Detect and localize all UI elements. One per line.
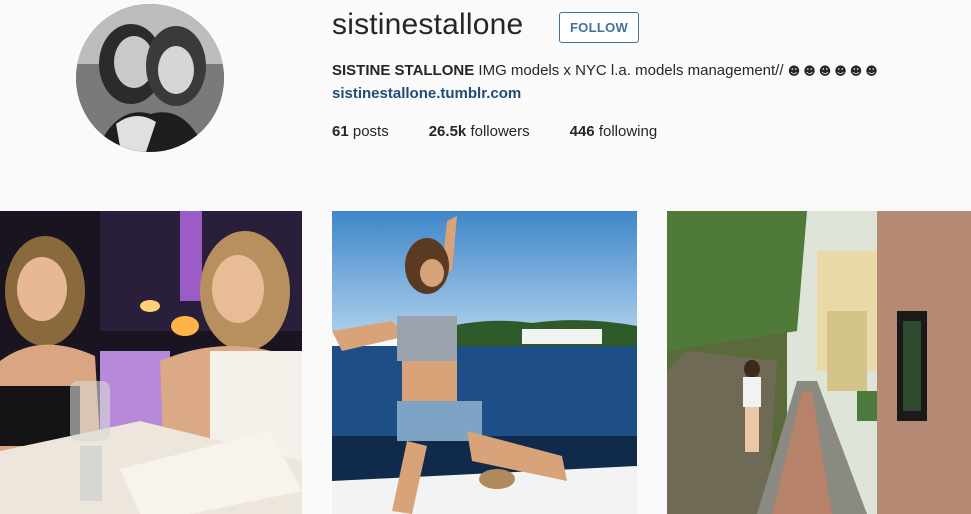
bio: SISTINE STALLONE IMG models x NYC l.a. m… (332, 62, 881, 79)
following-stat[interactable]: 446 following (570, 123, 658, 140)
followers-count: 26.5k (428, 123, 467, 140)
avatar[interactable] (76, 4, 224, 152)
username: sistinestallone (332, 8, 524, 41)
posts-label: posts (352, 123, 389, 140)
avatar-image (76, 4, 224, 152)
bio-emojis: ☻☻☻☻☻☻ (787, 64, 881, 78)
photo-image (332, 211, 637, 514)
followers-stat[interactable]: 26.5k followers (429, 123, 530, 140)
photo-image (667, 211, 971, 514)
profile-page: sistinestallone FOLLOW SISTINE STALLONE … (0, 0, 971, 514)
full-name: SISTINE STALLONE (332, 62, 475, 79)
posts-count: 61 (332, 123, 349, 140)
following-count: 446 (569, 123, 595, 140)
website-link[interactable]: sistinestallone.tumblr.com (332, 85, 521, 102)
profile-stats: 61 posts 26.5k followers 446 following (332, 123, 697, 140)
photo-restaurant-selfie[interactable] (0, 211, 302, 514)
bio-text: IMG models x NYC l.a. models management/… (478, 62, 784, 79)
photo-alley-walk[interactable] (667, 211, 971, 514)
followers-label: followers (470, 123, 530, 140)
photo-image (0, 211, 302, 514)
follow-button[interactable]: FOLLOW (559, 12, 639, 43)
photo-boat-sea[interactable] (332, 211, 637, 514)
following-label: following (598, 123, 658, 140)
posts-stat: 61 posts (332, 123, 389, 140)
